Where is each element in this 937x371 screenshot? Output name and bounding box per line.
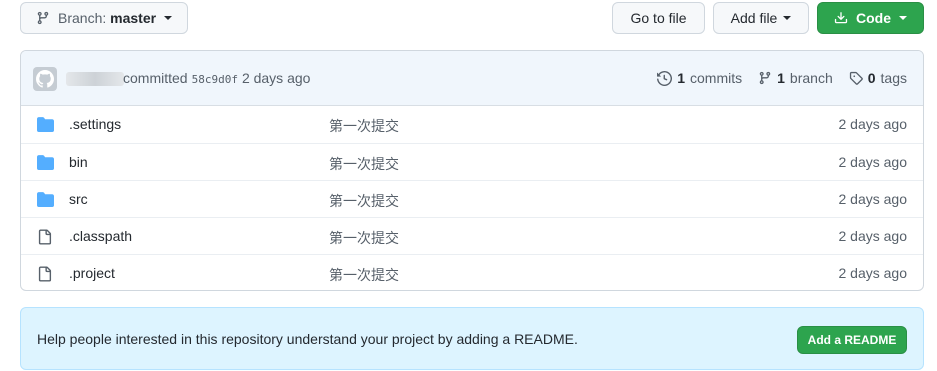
branch-selector-button[interactable]: Branch: master: [20, 2, 188, 34]
code-label: Code: [856, 10, 891, 26]
go-to-file-button[interactable]: Go to file: [612, 2, 705, 34]
repo-stats: 1 commits 1 branch 0 tags: [657, 70, 907, 86]
redacted-username: [66, 72, 124, 86]
download-icon: [834, 11, 848, 25]
commits-link[interactable]: 1 commits: [657, 70, 742, 86]
avatar[interactable]: [33, 67, 57, 91]
chevron-down-icon: [783, 16, 792, 20]
commit-age: 2 days ago: [838, 116, 908, 132]
folder-icon: [37, 192, 54, 207]
commit-message-link[interactable]: 第一次提交: [329, 116, 399, 136]
latest-commit-header: committed 58c9d0f 2 days ago 1 commits 1…: [21, 51, 923, 106]
branch-name-label: master: [110, 10, 157, 26]
table-row[interactable]: .settings 第一次提交 2 days ago: [21, 106, 923, 143]
commits-count: 1: [677, 70, 685, 86]
folder-icon: [37, 117, 54, 132]
commit-age: 2 days ago: [838, 228, 908, 244]
file-name-link[interactable]: .project: [69, 265, 115, 281]
git-branch-icon: [36, 11, 50, 25]
commit-message-link[interactable]: 第一次提交: [329, 191, 399, 211]
history-icon: [657, 70, 673, 86]
commit-message-link[interactable]: 第一次提交: [329, 265, 399, 285]
file-list: .settings 第一次提交 2 days ago bin 第一次提交 2 d…: [21, 106, 923, 290]
table-row[interactable]: bin 第一次提交 2 days ago: [21, 143, 923, 180]
table-row[interactable]: .classpath 第一次提交 2 days ago: [21, 217, 923, 254]
file-icon: [37, 266, 54, 282]
table-row[interactable]: src 第一次提交 2 days ago: [21, 180, 923, 217]
file-name-link[interactable]: src: [69, 191, 88, 207]
tags-count: 0: [867, 70, 876, 86]
tag-icon: [849, 71, 863, 85]
commit-message-link[interactable]: 第一次提交: [329, 154, 399, 174]
readme-prompt-text: Help people interested in this repositor…: [37, 331, 578, 347]
add-file-label: Add file: [730, 10, 778, 26]
tags-label: tags: [880, 70, 907, 86]
chevron-down-icon: [164, 16, 173, 20]
branch-prefix-label: Branch:: [58, 10, 107, 26]
commit-summary: committed 58c9d0f 2 days ago: [123, 70, 310, 86]
file-name-link[interactable]: .classpath: [69, 228, 132, 244]
tags-link[interactable]: 0 tags: [849, 70, 907, 86]
branches-link[interactable]: 1 branch: [758, 70, 833, 86]
file-icon: [37, 229, 54, 245]
add-readme-button[interactable]: Add a README: [797, 326, 907, 354]
branch-count: 1: [777, 70, 785, 86]
commit-sha-link[interactable]: 58c9d0f: [192, 73, 238, 86]
table-row[interactable]: .project 第一次提交 2 days ago: [21, 254, 923, 290]
commits-label: commits: [690, 70, 743, 86]
committed-label: committed: [123, 70, 188, 86]
add-file-button[interactable]: Add file: [713, 2, 809, 34]
commit-time: 2 days ago: [241, 70, 311, 86]
chevron-down-icon: [899, 16, 907, 20]
git-branch-icon: [759, 71, 771, 85]
file-browser: committed 58c9d0f 2 days ago 1 commits 1…: [20, 50, 924, 291]
file-name-link[interactable]: .settings: [69, 116, 121, 132]
add-readme-banner: Help people interested in this repositor…: [20, 307, 924, 370]
file-name-link[interactable]: bin: [69, 154, 88, 170]
commit-age: 2 days ago: [838, 191, 908, 207]
github-mark-icon: [36, 70, 54, 88]
commit-message-link[interactable]: 第一次提交: [329, 228, 399, 248]
folder-icon: [37, 155, 54, 170]
commit-age: 2 days ago: [838, 154, 908, 170]
code-button[interactable]: Code: [817, 2, 924, 34]
branch-label: branch: [789, 70, 833, 86]
commit-age: 2 days ago: [838, 265, 908, 281]
